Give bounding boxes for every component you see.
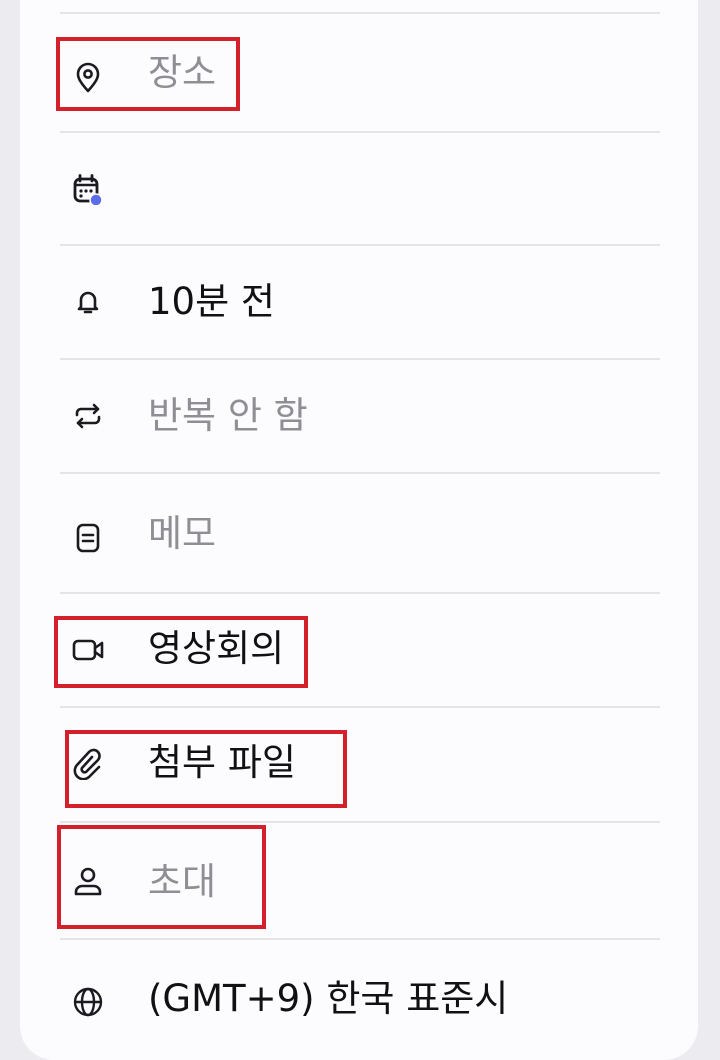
invite-label: 초대 (148, 860, 217, 903)
bell-icon (72, 286, 104, 318)
video-conference-label: 영상회의 (148, 627, 285, 670)
calendar-icon (72, 173, 104, 205)
person-icon (72, 865, 104, 897)
location-label: 장소 (148, 51, 217, 94)
reminder-label: 10분 전 (148, 280, 275, 323)
attachment-row[interactable]: 첨부 파일 (60, 708, 660, 821)
calendar-row[interactable] (60, 133, 660, 244)
calendar-color-dot (89, 193, 103, 205)
timezone-label: (GMT+9) 한국 표준시 (148, 977, 509, 1020)
globe-icon (72, 986, 104, 1018)
video-conference-row[interactable]: 영상회의 (60, 594, 660, 706)
reminder-row[interactable]: 10분 전 (60, 246, 660, 358)
location-row[interactable]: 장소 (60, 14, 660, 131)
invite-row[interactable]: 초대 (60, 823, 660, 938)
paperclip-icon (72, 748, 104, 780)
repeat-icon (72, 400, 104, 432)
memo-row[interactable]: 메모 (60, 474, 660, 592)
memo-icon (72, 522, 104, 554)
video-camera-icon (72, 634, 104, 666)
attachment-label: 첨부 파일 (148, 741, 296, 784)
repeat-label: 반복 안 함 (148, 394, 308, 437)
location-pin-icon (72, 62, 104, 94)
timezone-row[interactable]: (GMT+9) 한국 표준시 (60, 940, 660, 1033)
repeat-row[interactable]: 반복 안 함 (60, 360, 660, 472)
memo-label: 메모 (148, 512, 217, 555)
